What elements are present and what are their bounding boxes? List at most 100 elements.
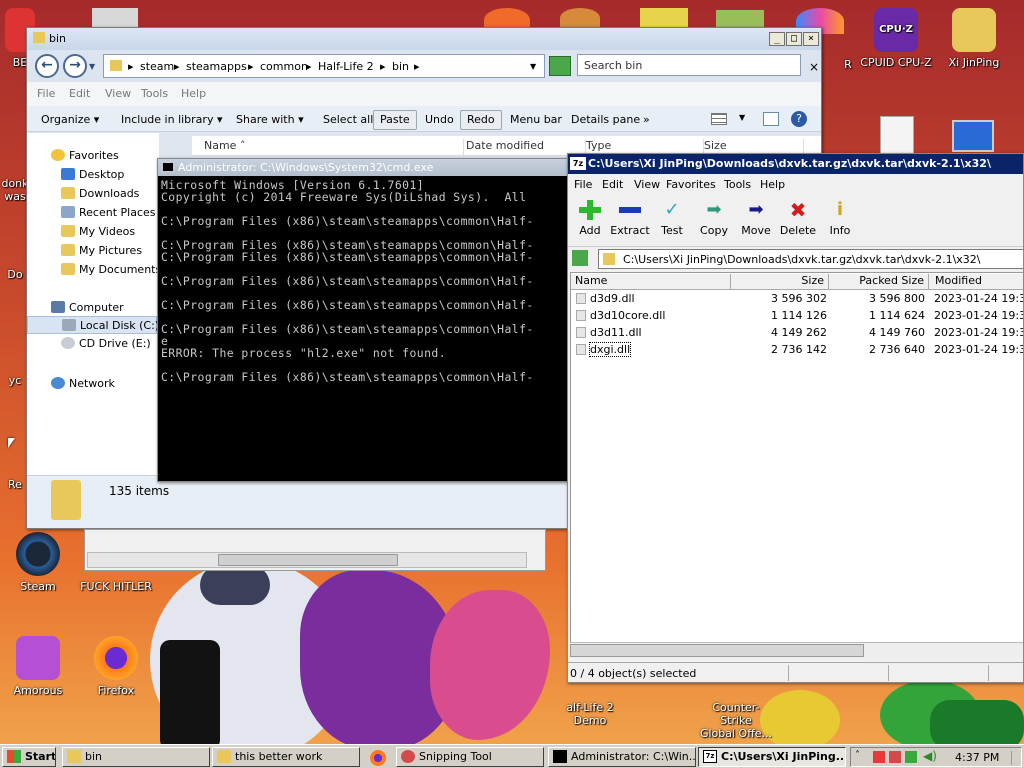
menu-view[interactable]: View xyxy=(105,87,131,100)
move-button[interactable]: ➡ Move xyxy=(734,198,778,238)
col-size[interactable]: Size xyxy=(731,274,829,290)
refresh-icon[interactable] xyxy=(549,56,571,76)
menu-edit[interactable]: Edit xyxy=(69,87,90,100)
network-icon[interactable] xyxy=(905,751,917,763)
address-bar[interactable]: ▸ steam ▸ steamapps ▸ common ▸ Half-Life… xyxy=(103,54,545,78)
info-button[interactable]: i Info xyxy=(818,198,862,238)
document-icon[interactable] xyxy=(880,116,914,156)
copy-button[interactable]: ➡ Copy xyxy=(692,198,736,238)
breadcrumb-sep: ▸ xyxy=(380,60,386,73)
chevron-down-icon[interactable]: ▼ xyxy=(89,62,95,71)
cmd-titlebar[interactable]: Administrator: C:\Windows\System32\cmd.e… xyxy=(158,159,568,176)
search-input[interactable]: Search bin xyxy=(577,54,801,76)
undo-button[interactable]: Undo xyxy=(421,110,458,130)
7zip-titlebar[interactable]: 7z C:\Users\Xi JinPing\Downloads\dxvk.ta… xyxy=(568,154,1023,174)
explorer-titlebar[interactable]: bin _ □ × xyxy=(27,28,821,50)
col-modified[interactable]: Modified xyxy=(929,274,1023,290)
tray-expand-icon[interactable]: ˄ xyxy=(855,750,860,761)
console-output[interactable]: Microsoft Windows [Version 6.1.7601] Cop… xyxy=(161,179,534,383)
taskbar-item-cmd[interactable]: Administrator: C:\Win... xyxy=(548,747,696,767)
share-with-button[interactable]: Share with ▾ xyxy=(232,110,308,130)
select-all-button[interactable]: Select all xyxy=(319,110,377,130)
desktop-icon-cpuz[interactable]: CPU·Z CPUID CPU-Z xyxy=(858,8,934,69)
chevron-down-icon[interactable]: ▼ xyxy=(530,62,536,71)
col-packed-size[interactable]: Packed Size xyxy=(829,274,929,290)
desktop-icon-steam[interactable]: Steam xyxy=(0,532,76,593)
close-button[interactable]: × xyxy=(803,32,819,46)
col-name[interactable]: Name ˄ xyxy=(204,139,464,155)
horizontal-scrollbar[interactable] xyxy=(570,642,1023,658)
user-icon[interactable] xyxy=(560,8,600,28)
show-desktop-button[interactable] xyxy=(1011,751,1019,765)
scrollbar-thumb[interactable] xyxy=(570,644,864,657)
desktop-icon-user[interactable]: Xi JinPing xyxy=(936,8,1012,69)
desktop-icon-partial[interactable]: R xyxy=(838,58,858,71)
tray-icon[interactable] xyxy=(889,751,901,763)
forward-icon[interactable]: → xyxy=(63,54,87,78)
maximize-button[interactable]: □ xyxy=(786,32,802,46)
up-folder-icon[interactable] xyxy=(572,250,588,266)
file-row[interactable]: dxgi.dll 2 736 142 2 736 640 2023-01-24 19:… xyxy=(570,341,1023,358)
computer-icon[interactable] xyxy=(952,120,994,152)
breadcrumb-item[interactable]: bin xyxy=(392,60,409,73)
taskbar-item-folder[interactable]: this better work xyxy=(212,747,360,767)
menu-bar-button[interactable]: Menu bar xyxy=(506,110,566,130)
7zip-window[interactable]: 7z C:\Users\Xi JinPing\Downloads\dxvk.ta… xyxy=(567,153,1024,683)
taskbar-item-7zip[interactable]: 7z C:\Users\Xi JinPing... xyxy=(698,747,846,767)
delete-button[interactable]: ✖ Delete xyxy=(776,198,820,237)
breadcrumb-item[interactable]: Half-Life 2 xyxy=(318,60,374,73)
file-packed-size: 4 149 760 xyxy=(869,326,925,339)
col-name[interactable]: Name xyxy=(571,274,731,290)
menu-edit[interactable]: Edit xyxy=(602,178,623,191)
folder-icon xyxy=(33,32,45,43)
cmd-window[interactable]: Administrator: C:\Windows\System32\cmd.e… xyxy=(157,158,569,482)
menu-file[interactable]: File xyxy=(574,178,592,191)
menu-view[interactable]: View xyxy=(634,178,660,191)
breadcrumb-item[interactable]: steamapps xyxy=(186,60,247,73)
file-row[interactable]: d3d9.dll 3 596 302 3 596 800 2023-01-24 19:… xyxy=(570,290,1023,307)
clock[interactable]: 4:37 PM xyxy=(955,751,999,764)
help-icon[interactable]: ? xyxy=(791,111,807,127)
desktop-icon-firefox[interactable]: Firefox xyxy=(78,636,154,697)
taskbar-item-snipping[interactable]: Snipping Tool xyxy=(396,747,544,767)
horizontal-scrollbar[interactable] xyxy=(87,552,527,568)
close-search-icon[interactable]: × xyxy=(809,60,819,74)
scrollbar-thumb[interactable] xyxy=(218,554,398,566)
7zip-path-field[interactable]: C:\Users\Xi JinPing\Downloads\dxvk.tar.g… xyxy=(598,249,1023,269)
view-icon[interactable] xyxy=(711,113,727,125)
test-button[interactable]: ✓ Test xyxy=(650,198,694,238)
menu-tools[interactable]: Tools xyxy=(141,87,168,100)
menu-help[interactable]: Help xyxy=(181,87,206,100)
extract-button[interactable]: Extract xyxy=(608,198,652,237)
paste-button[interactable]: Paste xyxy=(373,110,417,130)
desktop-icon-hl2demo[interactable]: alf-Life 2 Demo xyxy=(552,688,628,727)
menu-file[interactable]: File xyxy=(37,87,55,100)
file-row[interactable]: d3d11.dll 4 149 262 4 149 760 2023-01-24 19… xyxy=(570,324,1023,341)
minimize-button[interactable]: _ xyxy=(769,32,785,46)
menu-favorites[interactable]: Favorites xyxy=(666,178,716,191)
breadcrumb-item[interactable]: steam xyxy=(140,60,174,73)
file-row[interactable]: d3d10core.dll 1 114 126 1 114 624 2023-01-2… xyxy=(570,307,1023,324)
details-pane-button[interactable]: Details pane xyxy=(567,110,644,130)
desktop-icon-amorous[interactable]: Amorous xyxy=(0,636,76,697)
start-button[interactable]: Start xyxy=(2,747,56,767)
more-button[interactable]: » xyxy=(639,110,654,130)
preview-pane-icon[interactable] xyxy=(763,112,779,126)
chevron-down-icon[interactable]: ▼ xyxy=(739,113,745,122)
app-icon[interactable] xyxy=(92,8,138,28)
desktop-icon-csgo[interactable]: Counter-Strike Global Offe... xyxy=(698,688,774,740)
breadcrumb-item[interactable]: common xyxy=(260,60,308,73)
firefox-icon[interactable] xyxy=(370,750,386,766)
back-icon[interactable]: ← xyxy=(35,54,59,78)
menu-tools[interactable]: Tools xyxy=(724,178,751,191)
include-library-button[interactable]: Include in library ▾ xyxy=(117,110,226,130)
navigation-pane: Favorites Desktop Downloads Recent Place… xyxy=(27,133,161,475)
taskbar-item-bin[interactable]: bin xyxy=(62,747,210,767)
add-button[interactable]: Add xyxy=(568,198,612,237)
menu-help[interactable]: Help xyxy=(760,178,785,191)
nav-local-disk[interactable]: Local Disk (C:) xyxy=(27,316,159,334)
redo-button[interactable]: Redo xyxy=(460,110,502,130)
volume-icon[interactable]: ◀) xyxy=(923,749,937,763)
organize-button[interactable]: Organize ▾ xyxy=(37,110,103,130)
flag-icon[interactable] xyxy=(873,751,885,763)
